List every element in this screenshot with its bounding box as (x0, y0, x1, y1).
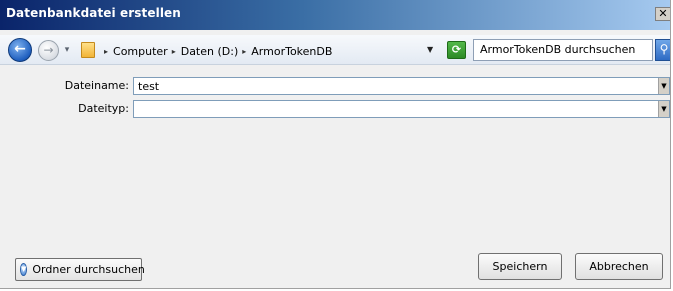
breadcrumb-item-daten[interactable]: Daten (D:) (181, 45, 239, 58)
breadcrumb-item-computer[interactable]: Computer (113, 45, 168, 58)
search-icon: ⚲ (659, 42, 669, 56)
chevron-right-icon[interactable]: ▸ (242, 47, 246, 56)
breadcrumb: ▸ Computer ▸ Daten (D:) ▸ ArmorTokenDB (100, 43, 332, 59)
breadcrumb-item-armortokendb[interactable]: ArmorTokenDB (251, 45, 332, 58)
filename-row: Dateiname: test ▼ (0, 77, 670, 95)
forward-arrow-icon: → (43, 43, 54, 57)
save-dialog: Datenbankdatei erstellen ✕ ← → ▾ ▸ Compu… (0, 0, 671, 289)
chevron-down-icon[interactable]: ▼ (658, 101, 669, 117)
recent-locations-dropdown[interactable]: ▾ (62, 45, 72, 55)
close-button[interactable]: ✕ (655, 7, 670, 21)
filename-field[interactable]: test ▼ (133, 77, 670, 95)
title-bar: Datenbankdatei erstellen ✕ (0, 0, 670, 30)
forward-button[interactable]: → (38, 40, 59, 61)
filename-label: Dateiname: (64, 79, 129, 92)
search-button[interactable]: ⚲ (655, 39, 670, 61)
search-input[interactable]: ArmorTokenDB durchsuchen (473, 39, 653, 61)
folder-icon (81, 42, 95, 58)
refresh-icon: ⟳ (451, 43, 462, 56)
cancel-button[interactable]: Abbrechen (575, 253, 663, 280)
filetype-select[interactable]: ▼ (133, 100, 670, 118)
browse-folders-button[interactable]: ▼ Ordner durchsuchen (15, 258, 145, 281)
back-arrow-icon: ← (14, 41, 26, 57)
filetype-row: Dateityp: ▼ (0, 100, 670, 118)
expand-chevron-icon: ▼ (20, 263, 28, 276)
filename-value: test (138, 80, 160, 93)
path-dropdown-icon[interactable]: ▼ (427, 45, 433, 54)
chevron-right-icon[interactable]: ▸ (172, 47, 176, 56)
refresh-button[interactable]: ⟳ (447, 41, 466, 59)
chevron-right-icon[interactable]: ▸ (104, 47, 108, 56)
navigation-bar: ← → ▾ ▸ Computer ▸ Daten (D:) ▸ ArmorTok… (0, 35, 670, 65)
browse-folders-label: Ordner durchsuchen (32, 263, 145, 276)
filetype-label: Dateityp: (78, 102, 129, 115)
save-button[interactable]: Speichern (478, 253, 562, 280)
close-icon: ✕ (658, 7, 668, 20)
window-title: Datenbankdatei erstellen (6, 6, 181, 20)
chevron-down-icon[interactable]: ▼ (658, 78, 669, 94)
back-button[interactable]: ← (8, 38, 32, 62)
